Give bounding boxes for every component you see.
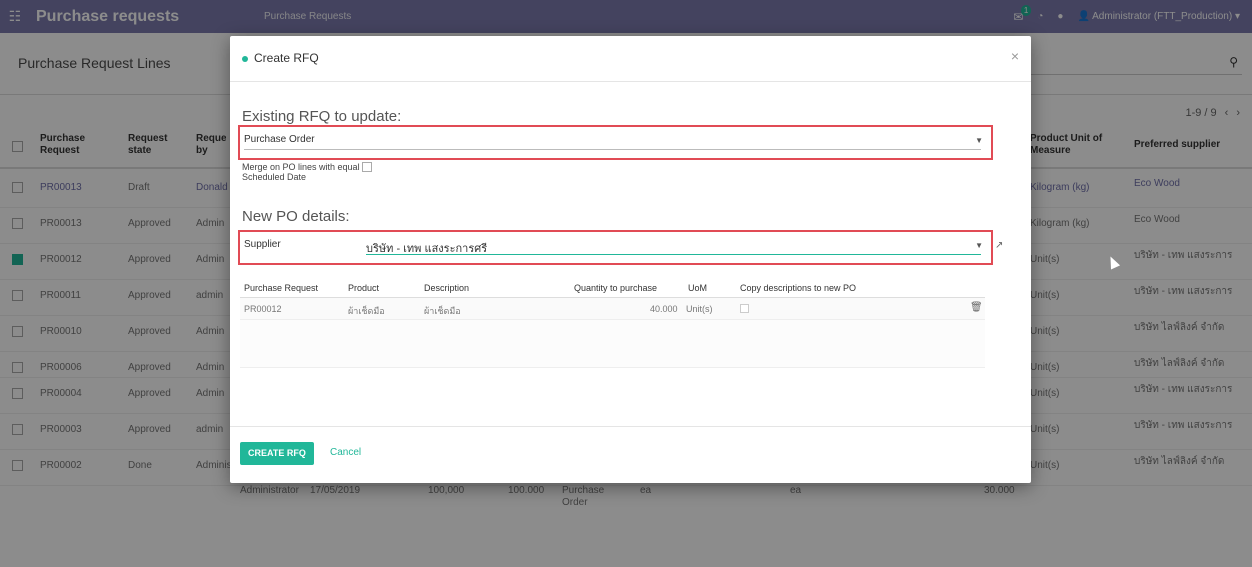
- line-header-uom: UoM: [688, 283, 708, 293]
- existing-rfq-select[interactable]: Purchase Order: [244, 134, 315, 145]
- copy-description-checkbox[interactable]: [740, 304, 749, 313]
- cancel-button[interactable]: Cancel: [330, 447, 361, 458]
- trash-icon[interactable]: 🗑: [970, 302, 983, 313]
- close-icon[interactable]: ×: [1011, 48, 1019, 64]
- supplier-field: Supplier บริษัท - เทพ แสงระการศรี ▼: [238, 230, 993, 265]
- line-pr: PR00012: [244, 304, 282, 314]
- modal-title: Create RFQ: [254, 51, 319, 65]
- select-underline: [244, 149, 981, 150]
- create-rfq-dialog: Create RFQ × Existing RFQ to update: Pur…: [230, 36, 1031, 483]
- line-header-qty: Quantity to purchase: [574, 283, 658, 293]
- lines-empty-area: [240, 320, 985, 368]
- modal-header: Create RFQ ×: [230, 36, 1031, 82]
- supplier-underline: [366, 254, 981, 255]
- new-po-title: New PO details:: [242, 208, 350, 225]
- line-header-pr: Purchase Request: [244, 283, 319, 293]
- line-header-copy: Copy descriptions to new PO: [740, 283, 857, 293]
- caret-down-icon[interactable]: ▼: [975, 241, 983, 250]
- status-dot-icon: [242, 56, 248, 62]
- merge-po-lines-checkbox[interactable]: [362, 162, 372, 172]
- existing-rfq-field[interactable]: Purchase Order ▼: [238, 125, 993, 160]
- external-link-icon[interactable]: ↗: [995, 240, 1003, 251]
- lines-table-header: Purchase Request Product Description Qua…: [240, 280, 985, 298]
- line-row[interactable]: PR00012 ผ้าเช็ดมือ ผ้าเช็ดมือ 40.000 Uni…: [240, 298, 985, 320]
- supplier-label: Supplier: [244, 239, 281, 250]
- line-product: ผ้าเช็ดมือ: [348, 306, 385, 316]
- modal-footer: CREATE RFQ Cancel: [230, 426, 1031, 483]
- line-header-description: Description: [424, 283, 470, 293]
- merge-po-lines-label: Merge on PO lines with equal Scheduled D…: [242, 162, 360, 182]
- create-rfq-button[interactable]: CREATE RFQ: [240, 442, 314, 465]
- line-qty: 40.000: [650, 304, 678, 314]
- line-header-product: Product: [348, 283, 380, 293]
- line-description: ผ้าเช็ดมือ: [424, 306, 461, 316]
- caret-down-icon[interactable]: ▼: [975, 136, 983, 145]
- line-uom: Unit(s): [686, 304, 713, 314]
- existing-rfq-title: Existing RFQ to update:: [242, 108, 402, 125]
